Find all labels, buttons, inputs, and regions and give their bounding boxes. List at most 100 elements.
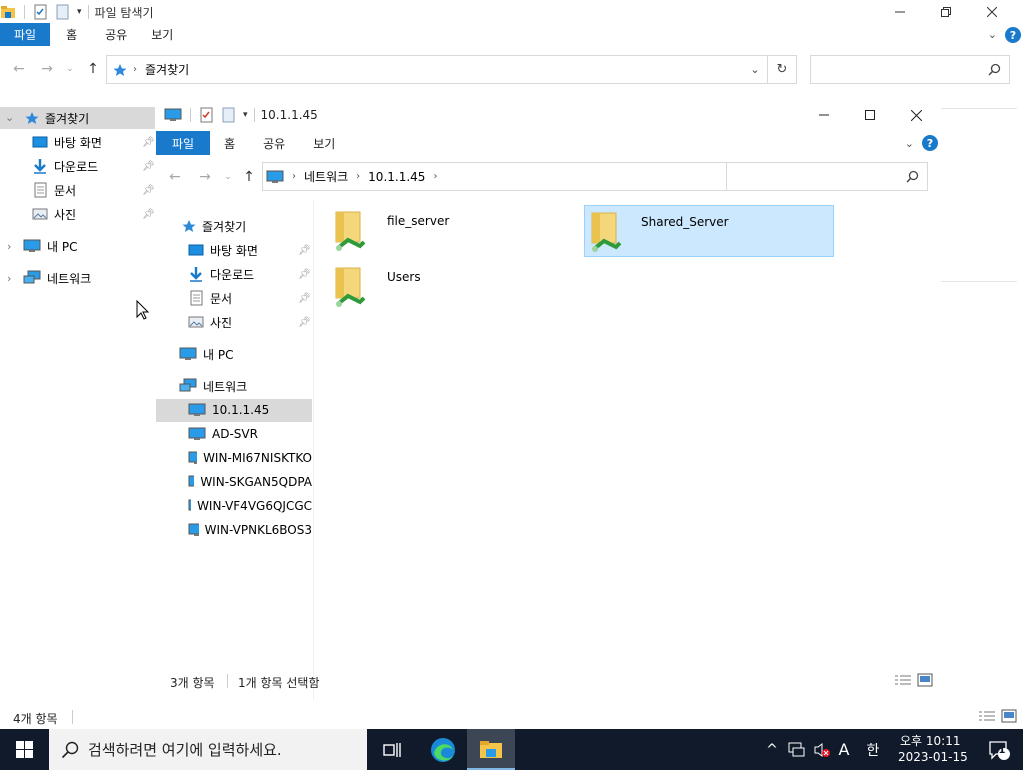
nav-downloads[interactable]: 다운로드 [32,155,98,177]
recent-locations-button[interactable]: ⌄ [64,60,76,78]
details-view-icon[interactable] [895,674,911,686]
nav-pictures[interactable]: 사진 [32,203,76,225]
maximize-button[interactable] [847,100,893,130]
forward-button[interactable]: → [38,60,56,78]
show-hidden-icons-button[interactable]: ^ [762,729,782,770]
divider [941,281,1017,282]
file-explorer-taskbar-button[interactable] [467,729,515,770]
tab-view[interactable]: 보기 [299,131,349,155]
qat-properties-icon[interactable] [199,107,215,123]
breadcrumb-chevron-icon[interactable]: › [433,171,437,182]
clock-date: 2023-01-15 [898,750,968,764]
computer-icon [23,239,41,252]
tab-file[interactable]: 파일 [156,131,211,155]
qat-new-folder-icon[interactable] [221,107,237,123]
nav-host-win-mi67[interactable]: WIN-MI67NISKTKO [188,447,312,469]
nav-host-win-vf4vg[interactable]: WIN-VF4VG6QJCGC [188,495,312,517]
nav-documents-label: 문서 [54,183,77,198]
minimize-button[interactable] [801,100,847,130]
recent-locations-button[interactable]: ⌄ [222,168,234,186]
taskbar: 검색하려면 여기에 입력하세요. ^ A 한 오후 10:11 2023-01-… [0,729,1023,770]
nav-favorites-label: 즐겨찾기 [202,219,247,234]
file-item-users[interactable]: Users [328,260,578,312]
divider [941,108,1017,109]
details-view-icon[interactable] [979,710,995,722]
ribbon-expand-icon[interactable]: ⌄ [988,23,997,46]
forward-button[interactable]: → [196,168,214,186]
search-box[interactable] [810,55,1010,84]
clock[interactable]: 오후 10:11 2023-01-15 [890,729,972,770]
search-box[interactable] [726,162,928,191]
nav-favorites[interactable]: 즐겨찾기 [182,215,246,237]
thispc-expand-icon[interactable]: › [7,240,11,253]
nav-host-win-vpnkl[interactable]: WIN-VPNKL6BOS3 [188,519,312,541]
ribbon-expand-icon[interactable]: ⌄ [905,131,914,155]
nav-network[interactable]: 네트워크 [179,375,247,397]
qat-new-folder-icon[interactable] [55,4,71,20]
tab-share[interactable]: 공유 [93,23,139,46]
up-button[interactable]: ↑ [84,60,102,78]
refresh-icon[interactable]: ↻ [768,62,796,77]
network-status-icon[interactable] [786,729,808,770]
nav-this-pc[interactable]: 내 PC [23,235,77,257]
nav-host-win-skgan[interactable]: WIN-SKGAN5QDPA [188,471,312,493]
nav-documents[interactable]: 문서 [32,179,76,201]
nav-downloads-label: 다운로드 [54,159,99,174]
breadcrumb-host[interactable]: 10.1.1.45 [368,170,425,184]
back-button[interactable]: ← [10,60,28,78]
nav-favorites[interactable]: 즐겨찾기 [25,107,89,129]
shared-folder-icon [591,212,622,252]
large-icons-view-icon[interactable] [1001,709,1017,723]
nav-host-ad-svr[interactable]: AD-SVR [188,423,258,445]
taskbar-search-box[interactable]: 검색하려면 여기에 입력하세요. [49,729,367,770]
large-icons-view-icon[interactable] [917,673,933,687]
tab-view[interactable]: 보기 [139,23,185,46]
qat-dropdown-icon[interactable]: ▾ [243,110,248,120]
pin-icon: 📌︎ [298,293,311,304]
file-item-file-server[interactable]: file_server [328,204,578,256]
nav-desktop-label: 바탕 화면 [54,135,102,150]
nav-desktop[interactable]: 바탕 화면 [32,131,102,153]
restore-button[interactable] [931,0,961,24]
nav-documents[interactable]: 문서 [188,287,232,309]
close-button[interactable] [961,0,1023,24]
nav-pictures-label: 사진 [210,315,233,330]
help-icon[interactable]: ? [922,131,938,155]
nav-pictures[interactable]: 사진 [188,311,232,333]
address-bar[interactable]: › 즐겨찾기 ⌄ ↻ [106,55,797,84]
favorites-expand-icon[interactable]: ⌄ [5,111,14,124]
notification-center-button[interactable]: 1 [978,729,1020,770]
volume-muted-icon[interactable] [811,729,833,770]
breadcrumb-network[interactable]: 네트워크 [304,168,348,185]
start-button[interactable] [0,729,48,770]
network-expand-icon[interactable]: › [7,272,11,285]
up-button[interactable]: ↑ [240,168,258,186]
edge-browser-button[interactable] [420,729,466,770]
qat-properties-icon[interactable] [33,4,49,20]
nav-desktop[interactable]: 바탕 화면 [188,239,258,261]
qat-dropdown-icon[interactable]: ▾ [77,7,82,17]
back-button[interactable]: ← [166,168,184,186]
nav-network[interactable]: 네트워크 [23,267,91,289]
breadcrumb-chevron-icon[interactable]: › [356,171,360,182]
folder-app-icon [0,4,16,20]
tab-home[interactable]: 홈 [50,23,93,46]
nav-this-pc[interactable]: 내 PC [179,343,233,365]
tab-share[interactable]: 공유 [249,131,299,155]
nav-host-10-1-1-45[interactable]: 10.1.1.45 [188,399,269,421]
minimize-button[interactable] [869,0,931,24]
window-title: 10.1.1.45 [260,108,318,122]
ime-mode-indicator[interactable]: A [834,729,854,770]
address-dropdown-icon[interactable]: ⌄ [743,63,767,76]
pictures-icon [188,316,204,328]
close-button[interactable] [893,100,939,130]
file-item-shared-server[interactable]: Shared_Server [584,205,834,257]
nav-downloads[interactable]: 다운로드 [188,263,254,285]
ime-language-indicator[interactable]: 한 [862,729,884,770]
tab-home[interactable]: 홈 [210,131,249,155]
clock-time: 오후 10:11 [900,734,961,748]
tab-file[interactable]: 파일 [0,23,51,46]
help-icon[interactable]: ? [1005,23,1021,46]
task-view-button[interactable] [370,729,414,770]
breadcrumb-chevron-icon[interactable]: › [292,171,296,182]
